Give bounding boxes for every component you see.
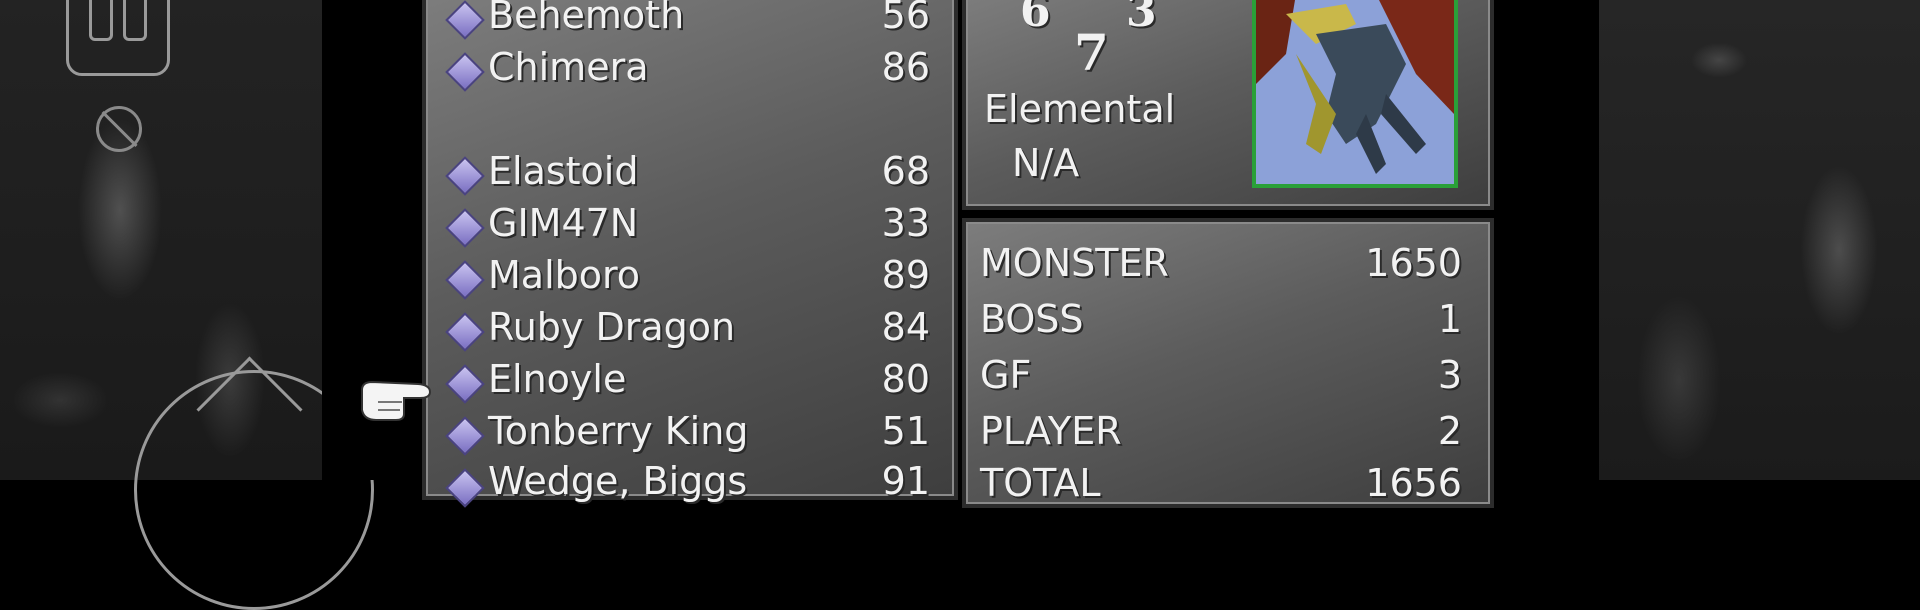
speed-boost-off-icon[interactable] bbox=[96, 106, 142, 152]
hand-cursor-icon bbox=[361, 380, 432, 421]
card-count: 56 bbox=[881, 0, 930, 37]
elemental-label: Elemental bbox=[984, 87, 1176, 131]
card-rank-left: 6 bbox=[1020, 0, 1051, 37]
count-label: MONSTER bbox=[980, 241, 1169, 285]
card-name[interactable]: Chimera bbox=[488, 48, 648, 86]
card-name-selected[interactable]: Elnoyle bbox=[488, 360, 626, 398]
card-count: 86 bbox=[881, 45, 930, 89]
count-label: TOTAL bbox=[980, 461, 1101, 505]
count-value: 2 bbox=[1437, 409, 1462, 453]
pause-bar-left bbox=[89, 0, 113, 41]
pause-icon[interactable] bbox=[66, 0, 170, 76]
card-rank-right: 3 bbox=[1126, 0, 1157, 37]
card-count: 33 bbox=[881, 201, 930, 245]
count-value: 1656 bbox=[1365, 461, 1462, 505]
card-name[interactable]: Behemoth bbox=[488, 0, 684, 34]
card-count: 91 bbox=[881, 459, 930, 503]
count-value: 1650 bbox=[1365, 241, 1462, 285]
card-name[interactable]: Elastoid bbox=[488, 152, 638, 190]
card-rank-bottom: 7 bbox=[1074, 23, 1109, 82]
card-count: 51 bbox=[881, 409, 930, 453]
card-name[interactable]: Wedge, Biggs bbox=[488, 462, 747, 500]
card-count: 80 bbox=[881, 357, 930, 401]
monster-art-icon bbox=[1256, 0, 1454, 184]
card-name[interactable]: Ruby Dragon bbox=[488, 308, 735, 346]
count-label: GF bbox=[980, 353, 1032, 397]
count-value: 1 bbox=[1437, 297, 1462, 341]
card-count: 89 bbox=[881, 253, 930, 297]
card-name[interactable]: GIM47N bbox=[488, 204, 638, 242]
count-value: 3 bbox=[1437, 353, 1462, 397]
pause-bar-right bbox=[123, 0, 147, 41]
card-count: 68 bbox=[881, 149, 930, 193]
count-label: PLAYER bbox=[980, 409, 1122, 453]
elemental-value: N/A bbox=[1012, 141, 1080, 185]
card-name[interactable]: Tonberry King bbox=[488, 412, 748, 450]
count-label: BOSS bbox=[980, 297, 1084, 341]
right-overlay-panel bbox=[1599, 0, 1920, 480]
card-count: 84 bbox=[881, 305, 930, 349]
left-overlay-panel bbox=[0, 0, 374, 610]
card-image bbox=[1252, 0, 1458, 188]
card-name[interactable]: Malboro bbox=[488, 256, 640, 294]
